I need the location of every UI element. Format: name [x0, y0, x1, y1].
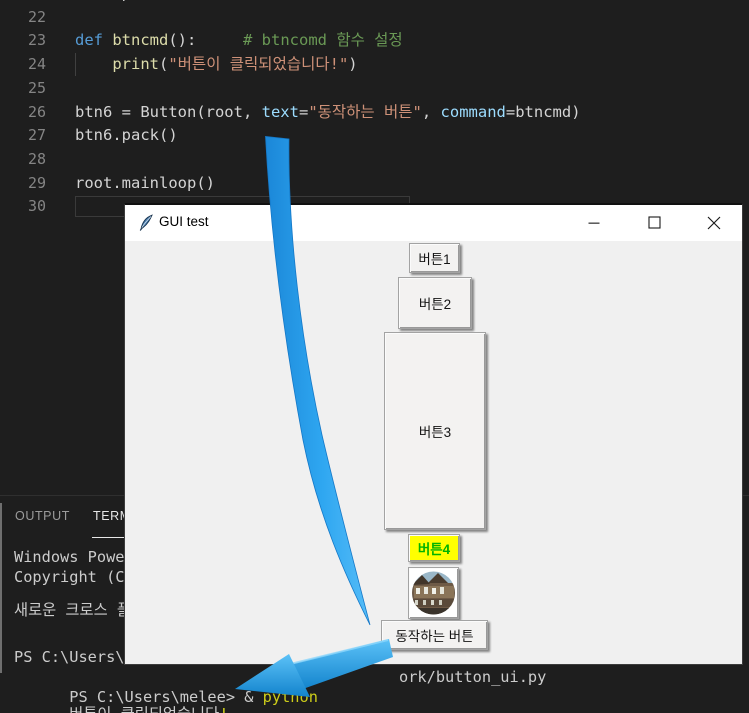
- line-number: 27: [27, 126, 46, 145]
- line-number: 28: [27, 149, 46, 168]
- code-text: root.mainloop(): [75, 173, 215, 192]
- window-titlebar[interactable]: GUI test: [125, 205, 742, 241]
- line-number: 22: [27, 7, 46, 26]
- indent-guide: [75, 53, 76, 76]
- minimize-icon: [588, 222, 600, 224]
- line-number: 25: [27, 78, 46, 97]
- gui-button-btn3[interactable]: 버튼3: [384, 332, 486, 530]
- close-icon: [707, 216, 721, 229]
- line-number: 23: [27, 31, 46, 50]
- code-line-24: 24 print("버튼이 클릭되었습니다!"): [0, 53, 749, 77]
- code-text: def btncmd(): # btncomd 함수 설정: [75, 31, 403, 50]
- line-number: 29: [27, 173, 46, 192]
- line-number: 26: [27, 102, 46, 121]
- code-line-27: 27 btn6.pack(): [0, 124, 749, 148]
- maximize-icon: [647, 216, 661, 229]
- code-line-23: 23 def btncmd(): # btncomd 함수 설정: [0, 29, 749, 53]
- code-line-26: 26 btn6 = Button(root, text="동작하는 버튼", co…: [0, 101, 749, 125]
- vscode-screen: 21btn5.pack()2223def btncmd(): # btncomd…: [0, 0, 749, 713]
- window-title: GUI test: [159, 214, 209, 229]
- result-bang: !: [219, 705, 228, 713]
- tab-output[interactable]: OUTPUT: [15, 509, 70, 523]
- maximize-button[interactable]: [631, 205, 677, 240]
- gui-button-btn4[interactable]: 버튼4: [408, 534, 460, 562]
- gui-button-btn5[interactable]: [408, 567, 459, 619]
- result-text: 버튼이 클릭되었습니다: [69, 705, 219, 713]
- minimize-button[interactable]: [571, 205, 617, 240]
- code-line-25: 25: [0, 77, 749, 101]
- line-number: 30: [27, 197, 46, 216]
- code-text: btn6 = Button(root, text="동작하는 버튼", comm…: [75, 102, 581, 121]
- panel-left-edge: [0, 503, 2, 673]
- code-text: btn6.pack(): [75, 126, 178, 145]
- code-line-28: 28: [0, 148, 749, 172]
- gui-button-btn1[interactable]: 버튼1: [409, 243, 460, 273]
- code-line-29: 29 root.mainloop(): [0, 172, 749, 196]
- terminal-line-result: 버튼이 클릭되었습니다!: [14, 684, 228, 713]
- prompt2-path-fragment: ork/button_ui.py: [399, 668, 547, 686]
- line-number: 24: [27, 55, 46, 74]
- tk-feather-icon: [139, 214, 153, 231]
- code-text: print("버튼이 클릭되었습니다!"): [112, 55, 358, 74]
- code-line-22: 22: [0, 6, 749, 30]
- prompt2-command: python: [262, 688, 318, 706]
- gui-button-btn2[interactable]: 버튼2: [398, 277, 472, 329]
- house-photo-icon: [412, 571, 455, 615]
- gui-test-window: GUI test 버튼1 버튼2 버튼3 버튼4 동작하는 버튼: [124, 203, 743, 665]
- gui-button-btn6[interactable]: 동작하는 버튼: [381, 620, 488, 650]
- close-button[interactable]: [691, 205, 737, 240]
